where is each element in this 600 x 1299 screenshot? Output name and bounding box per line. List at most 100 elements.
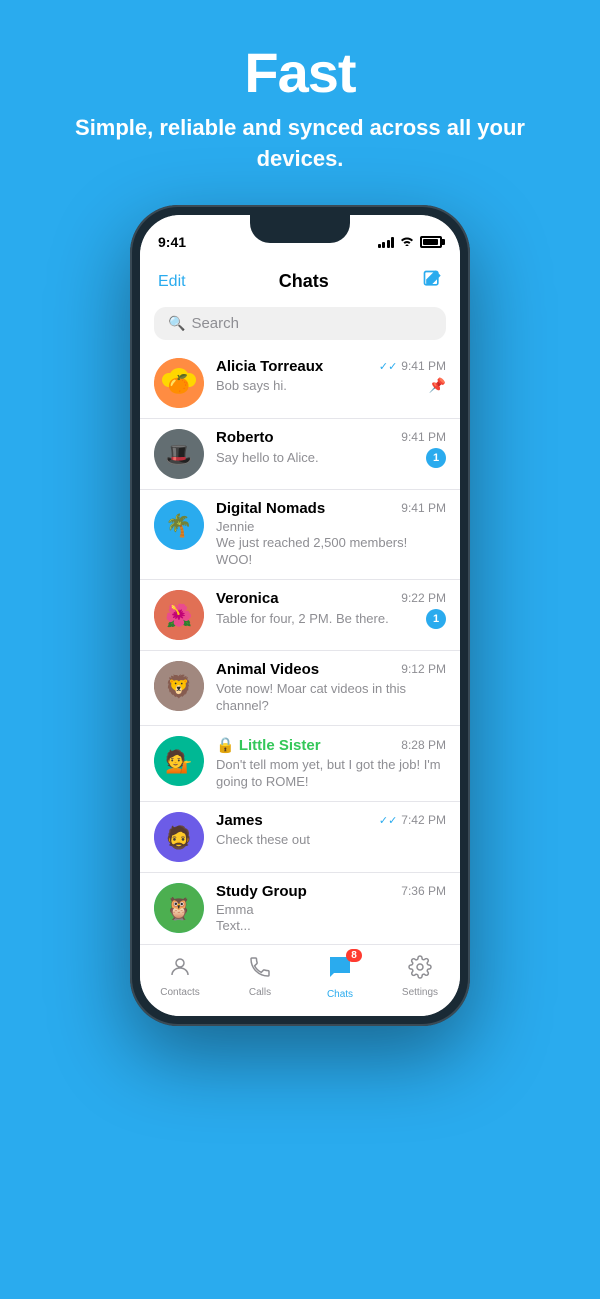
chat-preview: Check these out xyxy=(216,831,446,849)
search-placeholder-text: Search xyxy=(191,315,239,332)
tab-chats[interactable]: 8 Chats xyxy=(300,953,380,1000)
calls-icon xyxy=(248,955,272,985)
list-item[interactable]: 🍊 Alicia Torreaux ✓✓ 9:41 PM Bob says hi… xyxy=(140,348,460,419)
avatar: 🎩 xyxy=(154,429,204,479)
avatar: 🍊 xyxy=(154,358,204,408)
chat-preview: We just reached 2,500 members! WOO! xyxy=(216,534,446,569)
chat-sub-sender: Emma xyxy=(216,902,446,917)
chat-name: Digital Nomads xyxy=(216,500,325,517)
list-item[interactable]: 💁 🔒 Little Sister 8:28 PM Don't tell mom… xyxy=(140,726,460,802)
chat-content: Alicia Torreaux ✓✓ 9:41 PM Bob says hi. … xyxy=(216,358,446,395)
chat-time: 7:36 PM xyxy=(401,884,446,898)
chat-name: Animal Videos xyxy=(216,661,319,678)
battery-icon xyxy=(420,236,442,248)
chat-header: Roberto 9:41 PM xyxy=(216,429,446,446)
nav-title: Chats xyxy=(279,271,329,292)
svg-text:🌴: 🌴 xyxy=(165,513,192,538)
chat-name: James xyxy=(216,812,263,829)
status-bar: 9:41 xyxy=(140,215,460,261)
double-check-icon: ✓✓ xyxy=(379,360,397,373)
chat-preview: Don't tell mom yet, but I got the job! I… xyxy=(216,756,446,791)
unread-badge: 1 xyxy=(426,448,446,468)
tab-bar: Contacts Calls 8 Chats xyxy=(140,944,460,1016)
avatar: 🦁 xyxy=(154,661,204,711)
wifi-icon xyxy=(399,234,415,249)
list-item[interactable]: 🦁 Animal Videos 9:12 PM Vote now! Moar c… xyxy=(140,651,460,726)
search-icon: 🔍 xyxy=(168,315,185,332)
tab-settings-label: Settings xyxy=(402,987,438,998)
chat-name: Veronica xyxy=(216,590,279,607)
chat-time: 9:12 PM xyxy=(401,662,446,676)
svg-text:💁: 💁 xyxy=(165,748,192,774)
list-item[interactable]: 🌴 Digital Nomads 9:41 PM Jennie We just … xyxy=(140,490,460,580)
unread-badge: 1 xyxy=(426,609,446,629)
svg-text:🍊: 🍊 xyxy=(168,373,192,394)
chat-content: Animal Videos 9:12 PM Vote now! Moar cat… xyxy=(216,661,446,715)
nav-bar: Edit Chats xyxy=(140,261,460,303)
chat-header: James ✓✓ 7:42 PM xyxy=(216,812,446,829)
status-icons xyxy=(378,234,443,249)
chat-header: Alicia Torreaux ✓✓ 9:41 PM xyxy=(216,358,446,375)
tab-contacts-label: Contacts xyxy=(160,987,199,998)
chat-name: 🔒 Little Sister xyxy=(216,736,321,754)
chat-content: 🔒 Little Sister 8:28 PM Don't tell mom y… xyxy=(216,736,446,791)
pin-icon: 📌 xyxy=(429,377,446,394)
compose-button[interactable] xyxy=(422,269,442,295)
tab-calls[interactable]: Calls xyxy=(220,955,300,998)
tab-calls-label: Calls xyxy=(249,987,271,998)
hero-subtitle: Simple, reliable and synced across all y… xyxy=(40,113,560,175)
svg-text:🌺: 🌺 xyxy=(165,603,192,628)
chat-time: 9:41 PM xyxy=(401,359,446,373)
chat-time: 8:28 PM xyxy=(401,738,446,752)
avatar: 🦉 xyxy=(154,883,204,933)
list-item[interactable]: 🎩 Roberto 9:41 PM Say hello to Alice. 1 xyxy=(140,419,460,490)
svg-text:🧔: 🧔 xyxy=(165,824,192,850)
chat-preview: Vote now! Moar cat videos in this channe… xyxy=(216,680,446,715)
phone-mockup: 9:41 xyxy=(130,205,470,1027)
tab-settings[interactable]: Settings xyxy=(380,955,460,998)
chats-icon: 8 xyxy=(326,953,354,987)
chat-preview: Bob says hi. xyxy=(216,377,287,395)
double-check-icon: ✓✓ xyxy=(379,814,397,827)
list-item[interactable]: 🌺 Veronica 9:22 PM Table for four, 2 PM.… xyxy=(140,580,460,651)
avatar: 🌺 xyxy=(154,590,204,640)
list-item[interactable]: 🧔 James ✓✓ 7:42 PM Check these out xyxy=(140,802,460,873)
avatar: 💁 xyxy=(154,736,204,786)
hero-section: Fast Simple, reliable and synced across … xyxy=(0,0,600,205)
chat-preview: Text... xyxy=(216,917,446,935)
chat-header: Study Group 7:36 PM xyxy=(216,883,446,900)
tab-contacts[interactable]: Contacts xyxy=(140,955,220,998)
settings-icon xyxy=(408,955,432,985)
lock-icon: 🔒 xyxy=(216,737,235,754)
nav-edit-button[interactable]: Edit xyxy=(158,273,186,291)
avatar: 🌴 xyxy=(154,500,204,550)
chat-header: 🔒 Little Sister 8:28 PM xyxy=(216,736,446,754)
chat-content: Study Group 7:36 PM Emma Text... xyxy=(216,883,446,935)
chat-sub-sender: Jennie xyxy=(216,519,446,534)
notch xyxy=(250,215,350,243)
chat-header: Animal Videos 9:12 PM xyxy=(216,661,446,678)
chat-name: Study Group xyxy=(216,883,307,900)
avatar: 🧔 xyxy=(154,812,204,862)
chat-content: Digital Nomads 9:41 PM Jennie We just re… xyxy=(216,500,446,569)
chats-badge: 8 xyxy=(346,949,362,962)
svg-text:🦁: 🦁 xyxy=(165,674,192,699)
chat-list: 🍊 Alicia Torreaux ✓✓ 9:41 PM Bob says hi… xyxy=(140,348,460,945)
contacts-icon xyxy=(168,955,192,985)
svg-text:🎩: 🎩 xyxy=(165,442,192,467)
tab-chats-label: Chats xyxy=(327,989,353,1000)
chat-header: Veronica 9:22 PM xyxy=(216,590,446,607)
svg-text:🦉: 🦉 xyxy=(165,896,192,921)
chat-time: 9:22 PM xyxy=(401,591,446,605)
chat-time: 9:41 PM xyxy=(401,501,446,515)
chat-header: Digital Nomads 9:41 PM xyxy=(216,500,446,517)
search-bar[interactable]: 🔍 Search xyxy=(154,307,446,340)
list-item[interactable]: 🦉 Study Group 7:36 PM Emma Text... xyxy=(140,873,460,945)
hero-title: Fast xyxy=(40,40,560,105)
chat-content: Roberto 9:41 PM Say hello to Alice. 1 xyxy=(216,429,446,468)
chat-preview: Say hello to Alice. xyxy=(216,449,319,467)
chat-name: Alicia Torreaux xyxy=(216,358,323,375)
chat-time: 7:42 PM xyxy=(401,813,446,827)
chat-preview: Table for four, 2 PM. Be there. xyxy=(216,610,389,628)
phone-screen: 9:41 xyxy=(140,215,460,1017)
